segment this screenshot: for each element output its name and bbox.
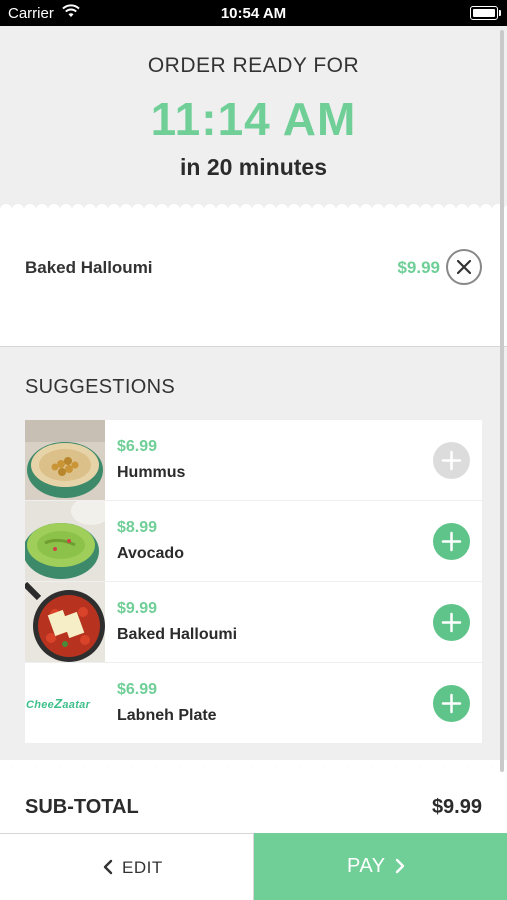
suggestion-price: $6.99 (117, 438, 158, 455)
order-item-price: $9.99 (397, 258, 440, 277)
suggestion-item: $8.99 Avocado (25, 501, 482, 581)
action-bar: EDIT PAY (0, 833, 507, 900)
scrollbar[interactable] (500, 30, 504, 772)
order-item-name: Baked Halloumi (25, 258, 153, 277)
edit-button[interactable]: EDIT (0, 833, 254, 900)
suggestion-price: $9.99 (117, 600, 158, 617)
edit-label: EDIT (122, 858, 163, 877)
remove-item-button[interactable] (446, 249, 482, 285)
add-labneh-plate-button[interactable] (433, 685, 470, 722)
suggestion-item: $9.99 Baked Halloumi (25, 582, 482, 662)
clock: 10:54 AM (220, 5, 287, 22)
suggestion-name: Avocado (117, 545, 184, 562)
pay-label: PAY (347, 855, 386, 877)
suggestion-item: $6.99 Hummus (25, 420, 482, 500)
add-avocado-button[interactable] (433, 523, 470, 560)
close-icon (456, 259, 472, 275)
suggestions-title: SUGGESTIONS (25, 376, 175, 398)
suggestion-name: Labneh Plate (117, 707, 217, 724)
suggestion-price: $6.99 (117, 681, 158, 698)
suggestion-name: Hummus (117, 464, 186, 481)
ready-time: 11:14 AM (150, 93, 357, 145)
totals-section: SUB-TOTAL $9.99 (0, 768, 507, 838)
subtotal-value: $9.99 (431, 796, 482, 818)
pay-button[interactable]: PAY (254, 833, 507, 900)
suggestions-list: $6.99 Hummus $8.99 Avocado $9.99 Baked H… (25, 420, 482, 744)
add-baked-halloumi-button[interactable] (433, 604, 470, 641)
halloumi-image (25, 582, 105, 662)
ready-relative-time: in 20 minutes (180, 154, 327, 180)
chevron-left-icon (102, 858, 114, 881)
subtotal-label: SUB-TOTAL (25, 796, 139, 818)
logo-wordmark: CheeZaatar (26, 696, 91, 711)
suggestion-item: CheeZaatar $6.99 Labneh Plate (25, 663, 482, 743)
battery-icon (470, 6, 501, 20)
hummus-image (25, 420, 105, 500)
add-hummus-button[interactable] (433, 442, 470, 479)
suggestion-price: $8.99 (117, 519, 158, 536)
cheezaatar-logo: CheeZaatar (25, 663, 105, 743)
status-bar: Carrier 10:54 AM (0, 0, 507, 26)
plus-icon (441, 612, 462, 633)
plus-icon (441, 531, 462, 552)
order-ready-label: ORDER READY FOR (147, 54, 360, 77)
order-section: Baked Halloumi $9.99 (0, 216, 507, 347)
chevron-right-icon (394, 857, 406, 880)
suggestion-name: Baked Halloumi (117, 626, 238, 643)
plus-icon (441, 693, 462, 714)
plus-icon (441, 450, 462, 471)
avocado-image (25, 501, 105, 581)
order-ready-header: ORDER READY FOR 11:14 AM in 20 minutes (0, 26, 507, 212)
